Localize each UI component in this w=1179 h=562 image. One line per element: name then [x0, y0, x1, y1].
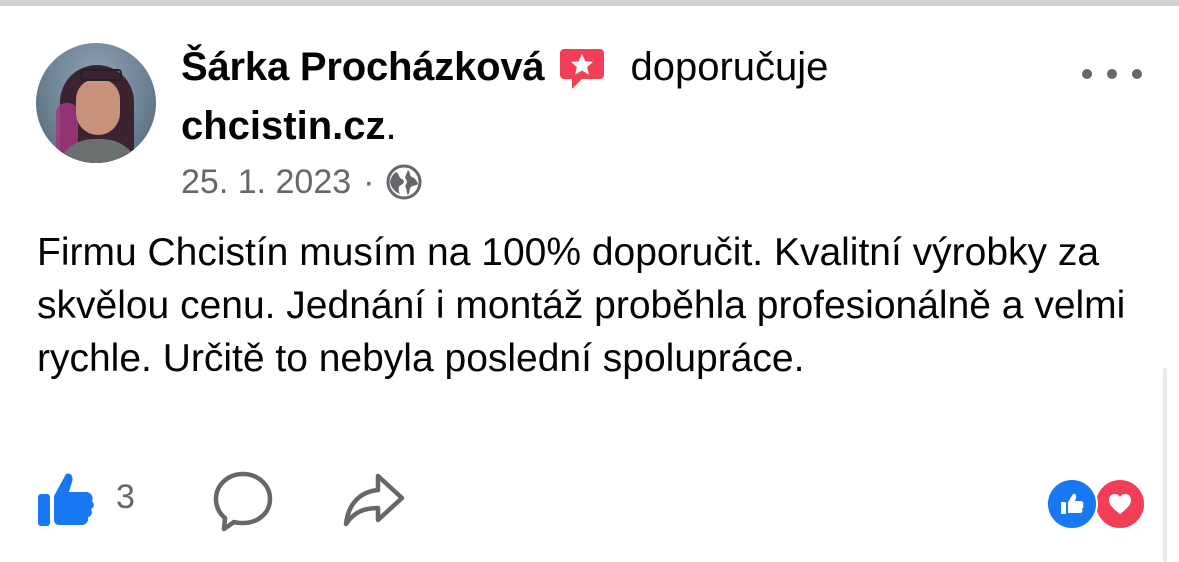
author-name[interactable]: Šárka Procházková [181, 45, 545, 90]
like-reaction-icon [1046, 478, 1098, 530]
author-avatar[interactable] [36, 43, 156, 163]
top-divider [0, 0, 1179, 6]
love-reaction-icon [1094, 478, 1146, 530]
share-icon[interactable] [342, 470, 406, 530]
like-count: 3 [116, 478, 135, 516]
comment-icon[interactable] [212, 468, 274, 532]
globe-icon [386, 164, 422, 200]
recommended-page-line: chcistin.cz. [181, 104, 397, 149]
post-date[interactable]: 25. 1. 2023 [181, 163, 351, 202]
recommend-star-icon [558, 43, 606, 91]
more-options-icon[interactable] [1082, 60, 1142, 88]
scrollbar[interactable] [1163, 368, 1167, 562]
post-body-text: Firmu Chcistín musím na 100% doporučit. … [37, 231, 1126, 380]
post-meta: 25. 1. 2023 · [181, 160, 422, 204]
reaction-summary[interactable] [1046, 478, 1146, 530]
recommend-verb: doporučuje [630, 44, 829, 89]
post-header-line: Šárka Procházková doporučuje [181, 42, 828, 92]
page-suffix: . [385, 104, 397, 148]
thumbs-up-icon[interactable] [34, 468, 98, 532]
meta-separator: · [363, 162, 375, 201]
recommended-page-link[interactable]: chcistin.cz [181, 104, 386, 148]
